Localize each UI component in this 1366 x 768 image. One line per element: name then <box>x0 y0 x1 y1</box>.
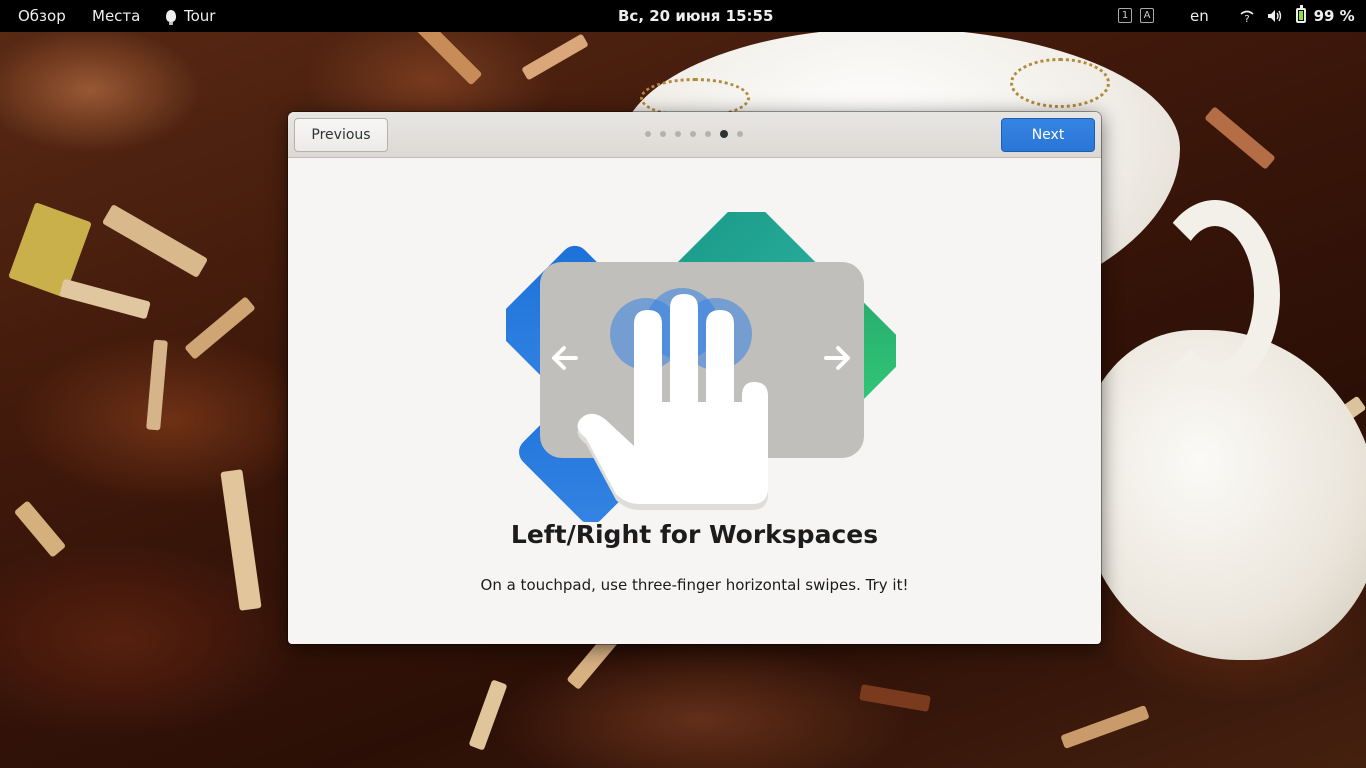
places-menu[interactable]: Места <box>92 0 140 32</box>
page-dot[interactable] <box>675 131 681 137</box>
battery-icon <box>1295 5 1306 23</box>
page-dot[interactable] <box>705 131 711 137</box>
activities-button[interactable]: Обзор <box>18 0 66 32</box>
app-menu-label: Tour <box>184 7 216 25</box>
battery-percentage: 99 % <box>1313 7 1355 25</box>
next-button[interactable]: Next <box>1001 118 1095 152</box>
previous-button[interactable]: Previous <box>294 118 388 152</box>
top-bar: Обзор Места Tour Вс, 20 июня 15:55 1A en… <box>0 0 1366 32</box>
tour-window: Previous Next Left/Right for Workspaces … <box>288 112 1101 644</box>
header-bar: Previous Next <box>288 112 1101 158</box>
workspace-swipe-illustration <box>506 212 896 522</box>
page-dot[interactable] <box>737 131 743 137</box>
page-dot[interactable] <box>645 131 651 137</box>
clock[interactable]: Вс, 20 июня 15:55 <box>618 0 773 32</box>
language-indicator[interactable]: en <box>1190 0 1209 32</box>
page-dot[interactable] <box>690 131 696 137</box>
app-menu[interactable]: Tour <box>166 0 215 32</box>
page-description: On a touchpad, use three-finger horizont… <box>480 576 909 594</box>
network-icon: ? <box>1240 7 1259 25</box>
page-dot[interactable] <box>660 131 666 137</box>
page-title: Left/Right for Workspaces <box>510 520 879 549</box>
svg-text:?: ? <box>1244 14 1249 23</box>
page-indicator <box>645 130 743 139</box>
numlock-indicator: 1 <box>1118 8 1132 23</box>
volume-icon <box>1267 7 1288 25</box>
capslock-indicator: A <box>1140 8 1154 23</box>
system-status-menu[interactable]: ? 99 % <box>1240 0 1363 32</box>
lightbulb-icon <box>166 10 176 25</box>
page-dot-current[interactable] <box>720 130 728 138</box>
keyboard-indicators[interactable]: 1A <box>1118 8 1162 24</box>
